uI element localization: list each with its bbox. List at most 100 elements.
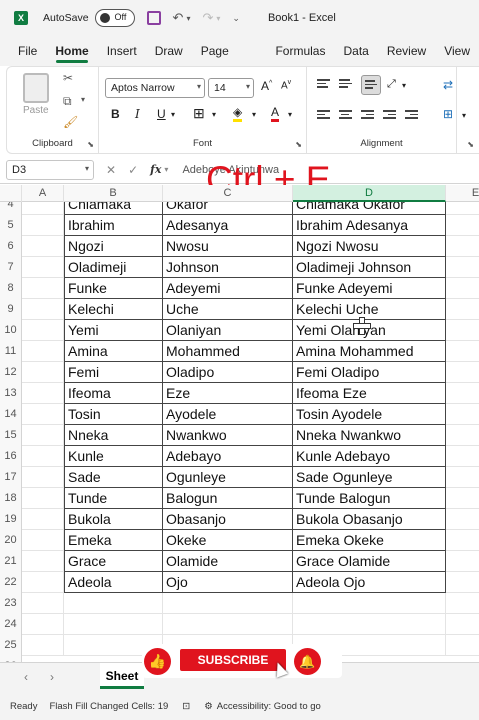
cell-last-name[interactable]: Eze (163, 383, 293, 404)
copy-dropdown-icon[interactable]: ▾ (81, 95, 85, 104)
cell[interactable] (22, 215, 64, 236)
increase-indent-icon[interactable] (405, 110, 418, 120)
cell[interactable] (22, 509, 64, 530)
wrap-text-icon[interactable]: ⇄ (443, 78, 453, 92)
cell-full-name[interactable]: Adeola Ojo (293, 572, 446, 593)
cell-first-name[interactable]: Bukola (64, 509, 163, 530)
subscribe-button[interactable]: SUBSCRIBE (180, 649, 286, 671)
cell[interactable] (22, 257, 64, 278)
redo-icon[interactable]: ↷ (202, 10, 213, 26)
cell-last-name[interactable]: Ojo (163, 572, 293, 593)
cell[interactable] (22, 362, 64, 383)
font-name-box[interactable]: Aptos Narrow ▾ (105, 78, 205, 98)
cell-first-name[interactable]: Ifeoma (64, 383, 163, 404)
cell-first-name[interactable]: Tunde (64, 488, 163, 509)
column-header-corner[interactable] (0, 185, 22, 202)
row-number[interactable]: 18 (0, 488, 22, 509)
cell-first-name[interactable]: Grace (64, 551, 163, 572)
row-number[interactable]: 20 (0, 530, 22, 551)
cell[interactable] (22, 202, 64, 215)
cell[interactable] (22, 614, 64, 635)
cell[interactable] (22, 488, 64, 509)
cell-first-name[interactable]: Yemi (64, 320, 163, 341)
cell-full-name[interactable]: Nneka Nwankwo (293, 425, 446, 446)
cell[interactable] (446, 530, 479, 551)
cell[interactable] (446, 446, 479, 467)
cell-full-name[interactable]: Funke Adeyemi (293, 278, 446, 299)
cell[interactable] (446, 215, 479, 236)
cell-full-name[interactable]: Chiamaka Okafor (293, 202, 446, 215)
cell-last-name[interactable]: Ogunleye (163, 467, 293, 488)
cell[interactable] (22, 299, 64, 320)
redo-dropdown-icon[interactable]: ▾ (216, 14, 220, 23)
accessibility-icon[interactable]: ⚙ (204, 701, 213, 712)
copy-icon[interactable]: ⧉ (63, 94, 72, 109)
autosave-toggle[interactable]: Off (94, 9, 135, 27)
cell-first-name[interactable]: Oladimeji (64, 257, 163, 278)
cell-full-name[interactable]: Kelechi Uche (293, 299, 446, 320)
cell[interactable] (22, 593, 64, 614)
row-number[interactable]: 12 (0, 362, 22, 383)
row-number[interactable]: 23 (0, 593, 22, 614)
tab-view[interactable]: View (435, 36, 479, 66)
row-number[interactable]: 19 (0, 509, 22, 530)
cell[interactable] (293, 593, 446, 614)
cell-last-name[interactable]: Adeyemi (163, 278, 293, 299)
row-number[interactable]: 11 (0, 341, 22, 362)
formula-bar-dropdown-icon[interactable]: ▾ (164, 165, 168, 174)
cell[interactable] (446, 509, 479, 530)
decrease-indent-icon[interactable] (383, 110, 396, 120)
cell-last-name[interactable]: Obasanjo (163, 509, 293, 530)
borders-dropdown-icon[interactable]: ▾ (212, 110, 216, 119)
cell-full-name[interactable]: Ngozi Nwosu (293, 236, 446, 257)
align-left-icon[interactable] (317, 110, 330, 120)
cell-last-name[interactable]: Balogun (163, 488, 293, 509)
merge-dropdown-icon[interactable]: ▾ (462, 111, 466, 120)
row-number[interactable]: 13 (0, 383, 22, 404)
cell[interactable] (446, 202, 479, 215)
cell[interactable] (22, 236, 64, 257)
cell[interactable] (446, 299, 479, 320)
sheet-next-icon[interactable]: › (50, 670, 54, 684)
orientation-icon[interactable]: ⤢ (387, 78, 396, 91)
tab-data[interactable]: Data (334, 36, 377, 66)
cancel-icon[interactable]: ✕ (106, 163, 116, 177)
cell[interactable] (446, 341, 479, 362)
cell[interactable] (163, 614, 293, 635)
customize-toolbar-icon[interactable]: ⌄ (232, 13, 240, 24)
sheet-tab[interactable]: Sheet (100, 663, 144, 689)
tab-home[interactable]: Home (46, 36, 97, 66)
cell[interactable] (22, 635, 64, 656)
row-number[interactable]: 8 (0, 278, 22, 299)
row-number[interactable]: 25 (0, 635, 22, 656)
cell-first-name[interactable]: Adeola (64, 572, 163, 593)
clipboard-launcher-icon[interactable]: ⬊ (87, 140, 94, 149)
tab-insert[interactable]: Insert (98, 36, 146, 66)
borders-icon[interactable]: ⊞ (193, 105, 205, 122)
cell-last-name[interactable]: Olamide (163, 551, 293, 572)
cell[interactable] (446, 593, 479, 614)
cell[interactable] (446, 467, 479, 488)
cell-first-name[interactable]: Femi (64, 362, 163, 383)
cell[interactable] (22, 446, 64, 467)
cell[interactable] (446, 362, 479, 383)
cell-first-name[interactable]: Kunle (64, 446, 163, 467)
cell[interactable] (22, 572, 64, 593)
row-number[interactable]: 15 (0, 425, 22, 446)
merge-center-icon[interactable]: ⊞ (443, 107, 453, 121)
cell[interactable] (22, 551, 64, 572)
format-painter-icon[interactable]: 🖌 (63, 115, 78, 129)
tab-draw[interactable]: Draw (146, 36, 192, 66)
italic-button[interactable]: I (135, 107, 140, 121)
cell-last-name[interactable]: Mohammed (163, 341, 293, 362)
row-number[interactable]: 14 (0, 404, 22, 425)
row-number[interactable]: 17 (0, 467, 22, 488)
cell[interactable] (293, 614, 446, 635)
cell[interactable] (22, 425, 64, 446)
increase-font-size-icon[interactable]: A^ (261, 79, 272, 93)
row-number[interactable]: 6 (0, 236, 22, 257)
font-color-icon[interactable]: A (271, 105, 280, 122)
tab-review[interactable]: Review (378, 36, 435, 66)
cell[interactable] (446, 404, 479, 425)
cell[interactable] (22, 467, 64, 488)
